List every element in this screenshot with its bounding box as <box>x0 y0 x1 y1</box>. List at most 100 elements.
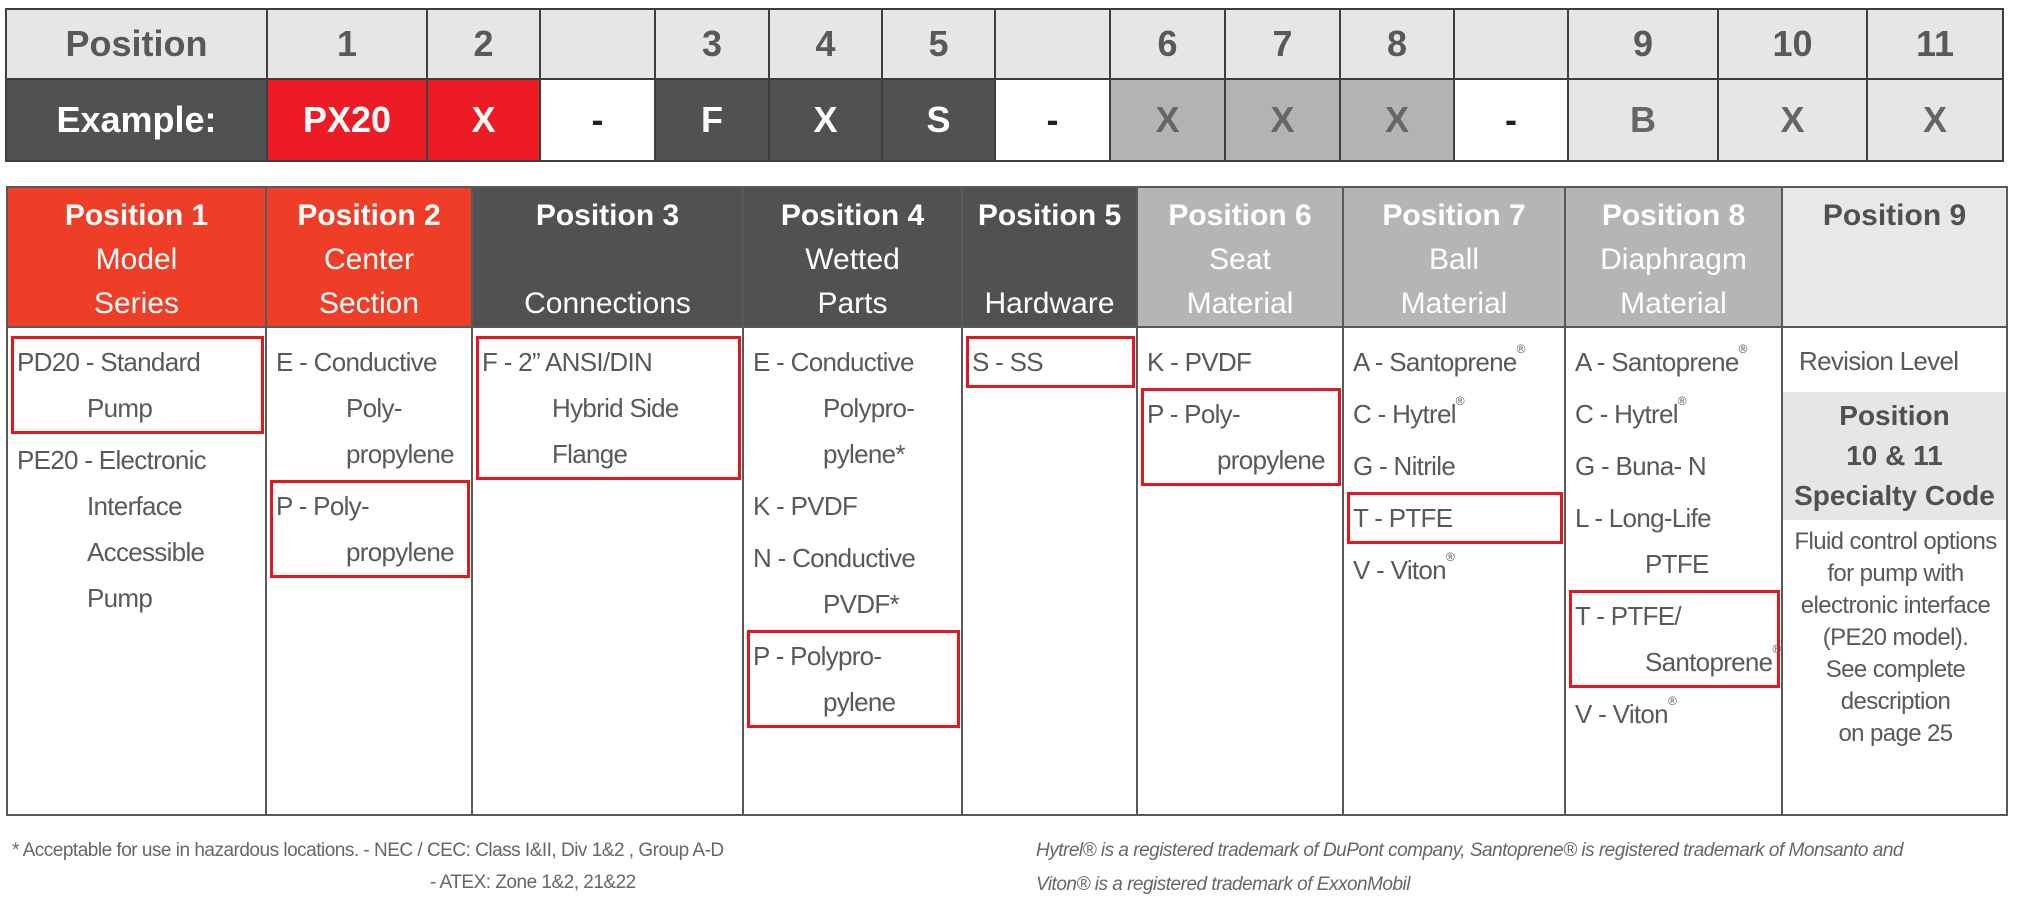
column-header-2: Position 2 Center Section <box>265 186 473 328</box>
nec-note: - NEC / CEC: Class I&II, Div 1&2 , Group… <box>363 840 724 861</box>
column-subtitle: Series <box>93 287 180 320</box>
example-row: Example: PX20 X - F X S - X X X - B X X <box>5 78 2004 162</box>
column-title: Position 1 <box>64 199 209 232</box>
column-title: Position 9 <box>1822 199 1967 232</box>
column-options-7: A - Santoprene® C - Hytrel® G - Nitrile T -… <box>1342 326 1566 816</box>
position-number: 6 <box>1109 8 1226 80</box>
option-line: T - PTFE <box>1353 503 1453 533</box>
option-item: A - Santoprene® <box>1347 336 1563 388</box>
position-number <box>1453 8 1569 80</box>
option-line: V - Viton® <box>1575 694 1677 729</box>
option-item: V - Viton® <box>1569 688 1780 740</box>
example-code: X <box>1717 78 1868 162</box>
column-title: Position 3 <box>535 199 680 232</box>
trademark-note: Hytrel® is a registered trademark of DuP… <box>1036 834 1903 902</box>
option-item: E - Conductive Polypro-pylene* <box>747 336 960 480</box>
example-code: X <box>1866 78 2004 162</box>
column-header-4: Position 4 Wetted Parts <box>742 186 963 328</box>
options-header-row: Position 1 Model Series Position 2 Center Sec… <box>6 186 2008 328</box>
option-line: Pump <box>87 583 153 613</box>
position-number <box>994 8 1111 80</box>
position-number: 1 <box>266 8 428 80</box>
selected-option: T - PTFE/Santoprene® <box>1569 590 1781 688</box>
option-item: L - Long-Life PTFE <box>1569 492 1780 590</box>
example-code: X <box>1109 78 1226 162</box>
option-item: K - PVDF <box>1141 336 1341 388</box>
column-header-6: Position 6 Seat Material <box>1136 186 1344 328</box>
description-line: electronic interface <box>1800 592 1991 619</box>
specialty-title: 10 & 11 <box>1846 440 1943 471</box>
column-subtitle: Material <box>1620 287 1727 320</box>
option-item: K - PVDF <box>747 480 960 532</box>
column-options-1: PD20 - Standard Pump PE20 - Electronic Inte… <box>6 326 267 816</box>
column-header-8: Position 8 Diaphragm Material <box>1564 186 1783 328</box>
example-code: X <box>426 78 541 162</box>
column-title: Position 7 <box>1382 199 1526 232</box>
example-code: - <box>1453 78 1569 162</box>
option-line: Pump <box>87 393 153 423</box>
options-table: Position 1 Model Series Position 2 Center Sec… <box>6 186 2008 816</box>
option-line: Poly- <box>346 393 402 423</box>
position-row: Position 1 2 3 4 5 6 7 8 9 10 11 <box>5 8 2004 80</box>
selected-option: PD20 - Standard Pump <box>11 336 264 434</box>
option-item: C - Hytrel® <box>1347 388 1563 440</box>
option-line: propylene <box>346 537 455 567</box>
column-title: Position 5 <box>977 199 1122 232</box>
column-header-5: Position 5 Hardware <box>961 186 1138 328</box>
option-line: A - Santoprene® <box>1575 342 1748 377</box>
column-subtitle: Model <box>95 243 178 276</box>
column-header-9: Position 9 <box>1781 186 2008 328</box>
column-header-7: Position 7 Ball Material <box>1342 186 1566 328</box>
option-line: K - PVDF <box>753 491 858 521</box>
column-subtitle: Diaphragm <box>1600 243 1747 276</box>
selected-option: P - Poly-propylene <box>270 480 470 578</box>
example-code: S <box>881 78 996 162</box>
column-header-1: Position 1 Model Series <box>6 186 267 328</box>
specialty-title: Specialty Code <box>1794 480 1995 511</box>
option-line: V - Viton® <box>1353 550 1455 585</box>
example-code: - <box>994 78 1111 162</box>
column-options-5: S - SS <box>961 326 1138 816</box>
selected-option: S - SS <box>966 336 1135 388</box>
column-header-3: Position 3 Connections <box>471 186 744 328</box>
option-line: Flange <box>552 439 628 469</box>
option-item: PE20 - Electronic Interface Accessible Pump <box>11 434 264 624</box>
column-title: Position 6 <box>1168 199 1312 232</box>
column-subtitle: Material <box>1186 287 1294 320</box>
position-number: 9 <box>1567 8 1719 80</box>
option-line: Santoprene® <box>1645 642 1781 677</box>
position-number: 11 <box>1866 8 2004 80</box>
example-code: X <box>1224 78 1341 162</box>
column-subtitle: Ball <box>1428 243 1480 276</box>
selected-option: T - PTFE <box>1347 492 1563 544</box>
option-line: T - PTFE/ <box>1575 601 1682 631</box>
column-subtitle <box>965 238 1134 282</box>
position-number: 7 <box>1224 8 1341 80</box>
options-body-row: PD20 - Standard Pump PE20 - Electronic Inte… <box>6 326 2008 816</box>
trademark-line-2: Viton® is a registered trademark of Exxo… <box>1036 874 1411 895</box>
option-item: G - Nitrile <box>1347 440 1563 492</box>
example-label: Example: <box>5 78 268 162</box>
column-options-4: E - Conductive Polypro-pylene* K - PVDF N -… <box>742 326 963 816</box>
column-title: Position 2 <box>297 199 441 232</box>
option-item: V - Viton® <box>1347 544 1563 596</box>
option-item: A - Santoprene® <box>1569 336 1780 388</box>
example-code: X <box>768 78 883 162</box>
option-line: N - Conductive <box>753 543 916 573</box>
option-line: F - 2” ANSI/DIN <box>482 347 653 377</box>
option-line: L - Long-Life <box>1575 503 1712 533</box>
column-title: Position 8 <box>1601 199 1746 232</box>
option-line: pylene* <box>823 439 906 469</box>
example-code: X <box>1339 78 1455 162</box>
selected-option: P - Polypro-pylene <box>747 630 960 728</box>
option-line: P - Polypro- <box>753 641 882 671</box>
position-number: 2 <box>426 8 541 80</box>
example-code: F <box>654 78 770 162</box>
position-number: 8 <box>1339 8 1455 80</box>
column-options-8: A - Santoprene® C - Hytrel® G - Buna- N L -… <box>1564 326 1783 816</box>
option-line: Hybrid Side <box>552 393 679 423</box>
column-subtitle: Wetted <box>805 243 900 276</box>
column-subtitle: Connections <box>524 287 691 320</box>
option-line: G - Nitrile <box>1353 451 1456 481</box>
description-line: See complete <box>1825 656 1966 683</box>
